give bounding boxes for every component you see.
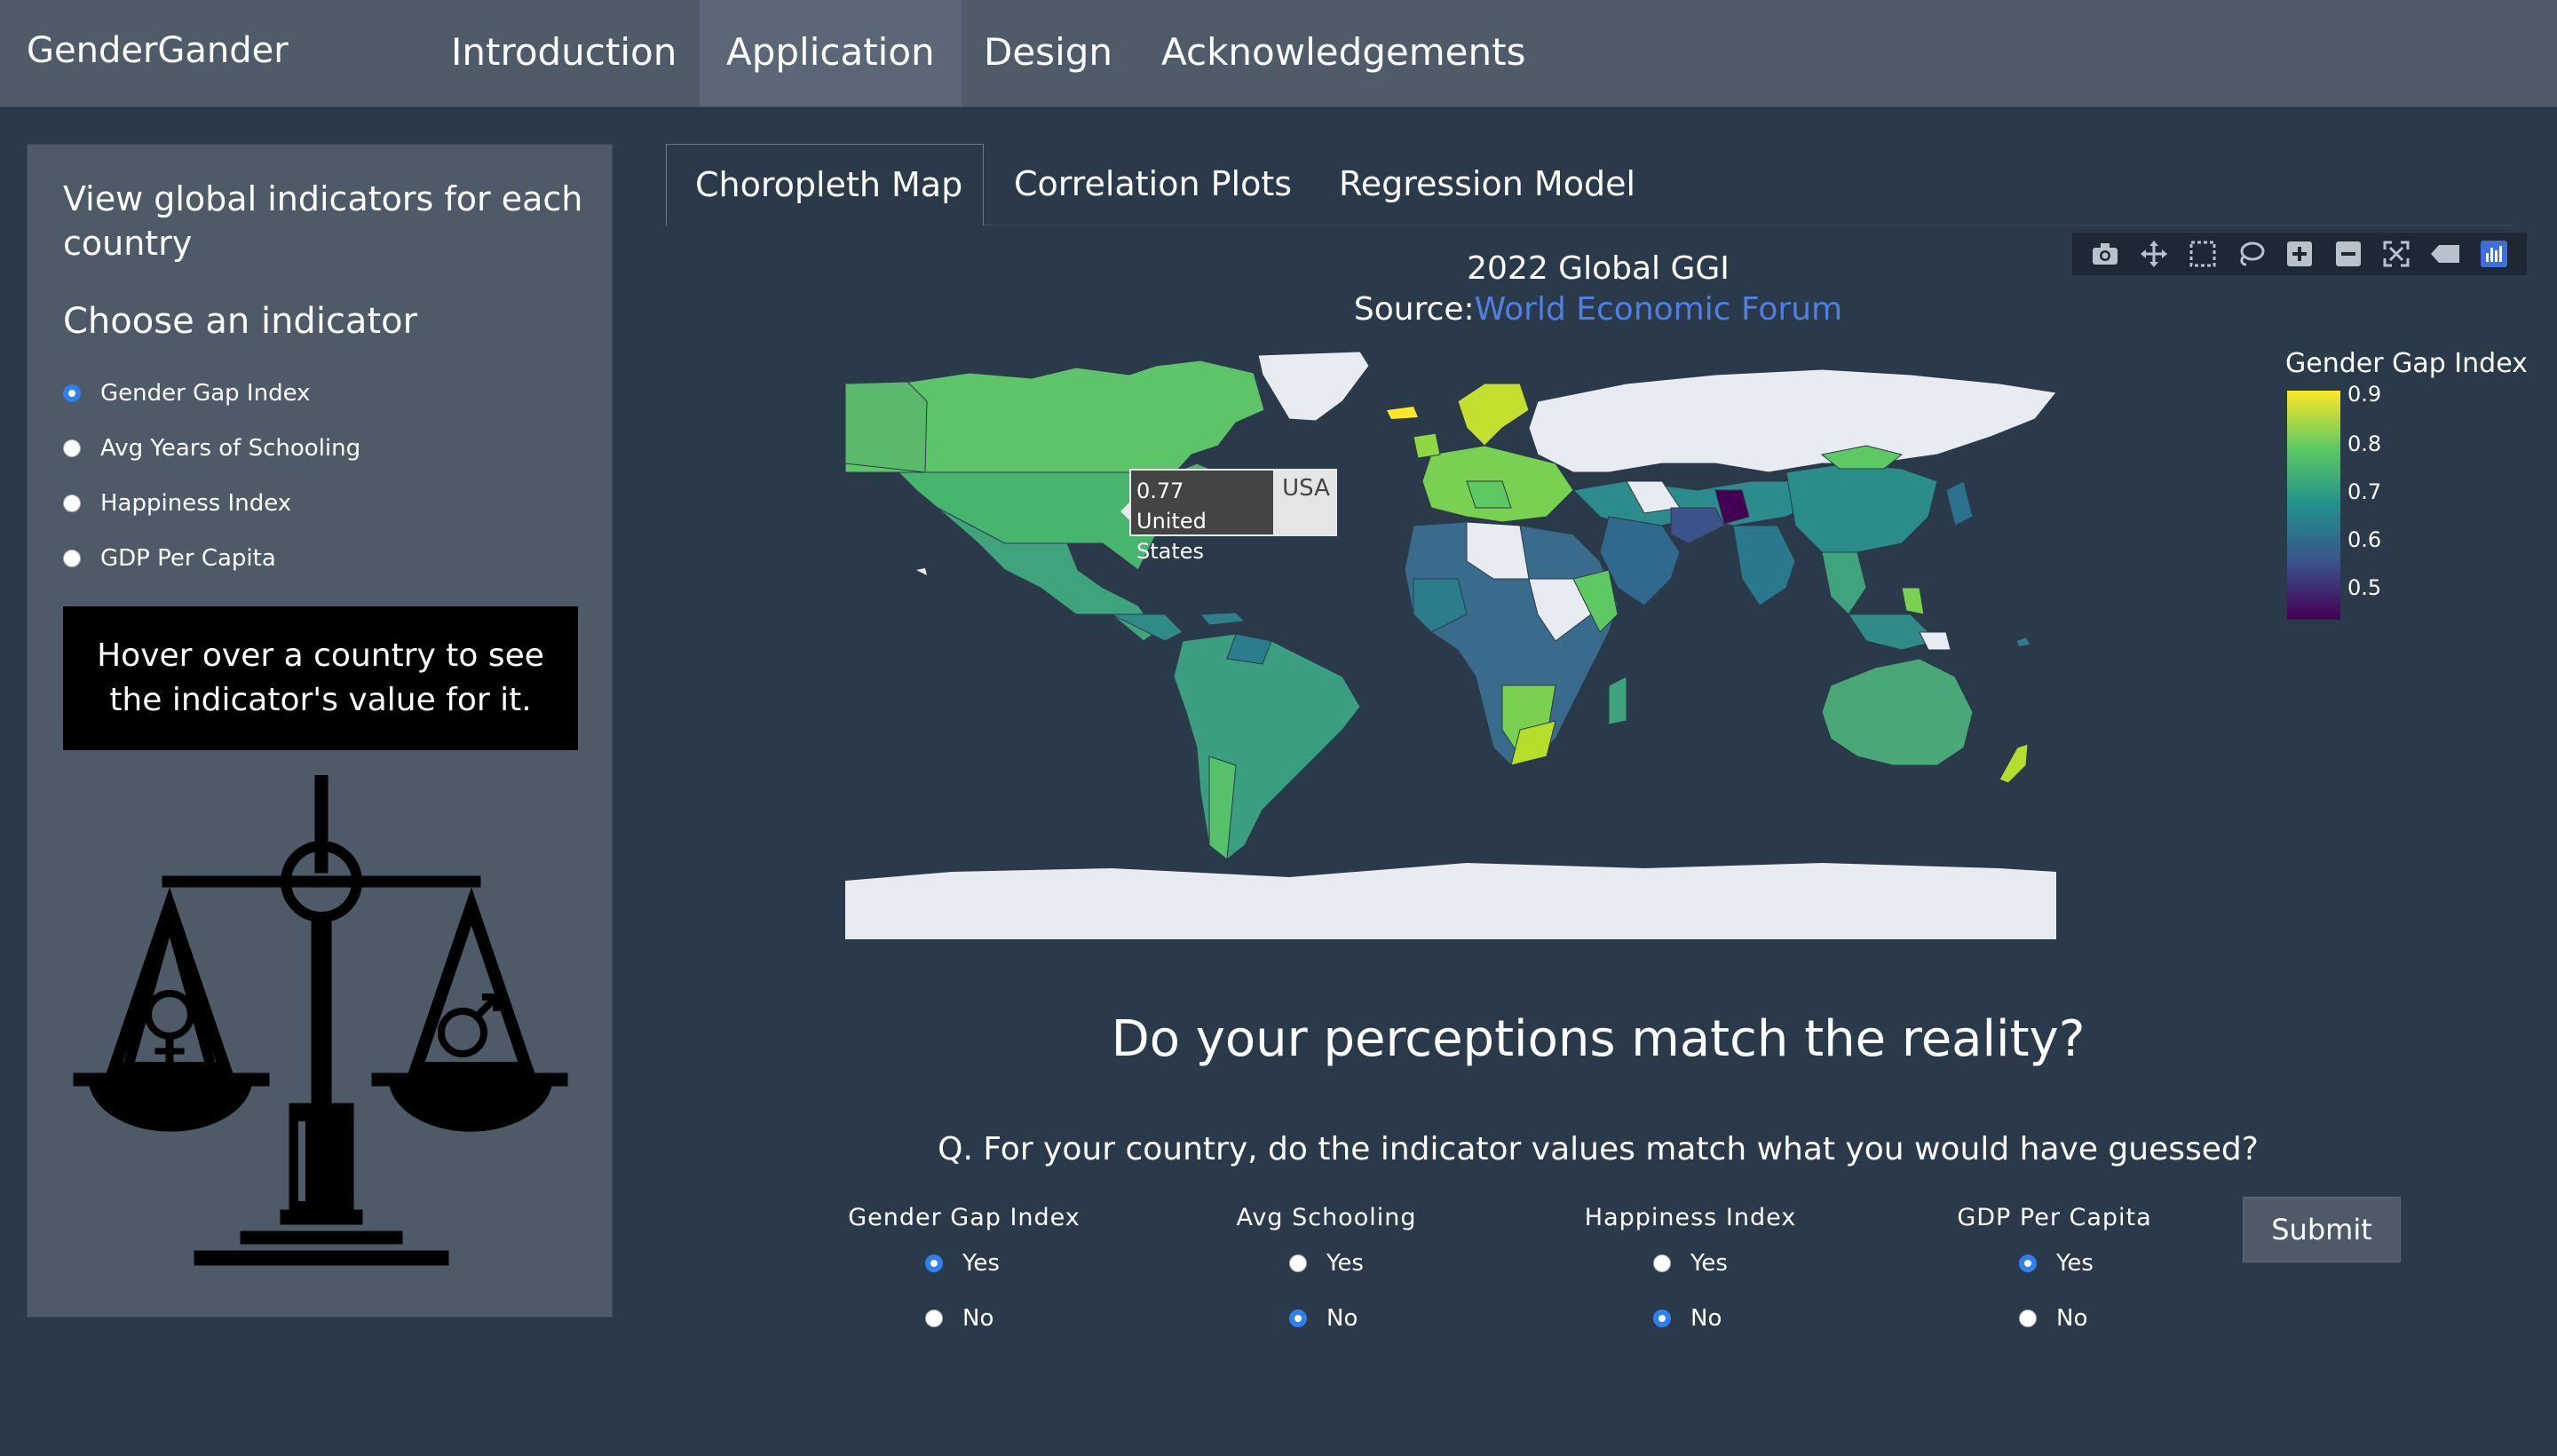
colorbar-tick: 0.9 — [2347, 382, 2382, 407]
answer-yes[interactable]: Yes — [2019, 1250, 2094, 1277]
answer-no[interactable]: No — [925, 1305, 994, 1332]
source-prefix: Source: — [1353, 291, 1475, 328]
hover-instruction-box: Hover over a country to see the indicato… — [63, 606, 578, 750]
answer-yes-label: Yes — [1690, 1250, 1728, 1277]
nav-link-introduction[interactable]: Introduction — [424, 0, 703, 107]
answer-no[interactable]: No — [1289, 1305, 1358, 1332]
tooltip-value: 0.77 — [1136, 479, 1184, 503]
tooltip-arrow — [1120, 502, 1129, 520]
indicator-option-gdp[interactable]: GDP Per Capita — [63, 541, 276, 576]
indicator-option-gender-gap[interactable]: Gender Gap Index — [63, 376, 311, 411]
radio-button[interactable] — [1653, 1310, 1671, 1327]
plotly-logo-icon[interactable] — [2479, 239, 2509, 269]
radio-button[interactable] — [63, 384, 81, 402]
colorbar-tick: 0.5 — [2347, 575, 2382, 600]
answer-no[interactable]: No — [1653, 1305, 1722, 1332]
navbar: GenderGander Introduction Application De… — [0, 0, 2557, 107]
radio-button[interactable] — [1289, 1254, 1307, 1272]
indicator-option-schooling[interactable]: Avg Years of Schooling — [63, 431, 360, 466]
answer-yes[interactable]: Yes — [925, 1250, 1000, 1277]
radio-button[interactable] — [63, 550, 81, 567]
zoom-in-icon[interactable] — [2284, 239, 2315, 269]
colorbar-tick: 0.6 — [2347, 527, 2382, 552]
indicator-option-label: Avg Years of Schooling — [100, 435, 361, 462]
radio-button[interactable] — [63, 439, 81, 457]
colorbar-tick: 0.8 — [2347, 431, 2382, 456]
radio-button[interactable] — [1289, 1310, 1307, 1327]
sidebar-panel: View global indicators for each country … — [27, 144, 613, 1318]
pan-icon[interactable] — [2139, 239, 2169, 269]
tooltip-country: United States — [1136, 509, 1207, 564]
answer-yes-label: Yes — [1326, 1250, 1364, 1277]
colorbar — [2287, 391, 2340, 620]
answer-yes[interactable]: Yes — [1653, 1250, 1728, 1277]
source-link[interactable]: World Economic Forum — [1475, 291, 1842, 328]
answer-group-label: GDP Per Capita — [1957, 1204, 2152, 1231]
tab-choropleth-map[interactable]: Choropleth Map — [666, 144, 984, 226]
answer-yes-label: Yes — [962, 1250, 1000, 1277]
tooltip-country-code: USA — [1275, 469, 1337, 536]
answer-group-gender-gap: Gender Gap Index Yes No — [804, 1204, 1124, 1332]
indicator-option-label: Happiness Index — [100, 490, 292, 517]
indicator-option-happiness[interactable]: Happiness Index — [63, 486, 291, 521]
radio-button[interactable] — [1653, 1254, 1671, 1272]
box-select-icon[interactable] — [2188, 239, 2218, 269]
plot-modebar — [2072, 233, 2527, 275]
answer-group-label: Avg Schooling — [1236, 1204, 1417, 1231]
tab-correlation-plots[interactable]: Correlation Plots — [986, 144, 1320, 226]
answer-no-label: No — [1326, 1305, 1358, 1332]
radio-button[interactable] — [925, 1310, 943, 1327]
perception-question: Q. For your country, do the indicator va… — [938, 1131, 2259, 1167]
autoscale-icon[interactable] — [2381, 239, 2411, 269]
map-source: Source:World Economic Forum — [1154, 289, 2042, 330]
radio-button[interactable] — [925, 1254, 943, 1272]
nav-link-application[interactable]: Application — [700, 0, 962, 107]
answer-no[interactable]: No — [2019, 1305, 2087, 1332]
answer-group-happiness: Happiness Index Yes No — [1531, 1204, 1850, 1332]
map-title: 2022 Global GGI — [1467, 250, 1730, 287]
camera-icon[interactable] — [2090, 239, 2120, 269]
nav-link-acknowledgements[interactable]: Acknowledgements — [1135, 0, 1552, 107]
radio-button[interactable] — [2019, 1310, 2037, 1327]
indicator-option-label: GDP Per Capita — [100, 545, 276, 572]
map-title-block: 2022 Global GGI Source:World Economic Fo… — [1154, 249, 2042, 330]
answer-group-gdp: GDP Per Capita Yes No — [1895, 1204, 2214, 1332]
sidebar-heading: View global indicators for each country — [63, 179, 583, 263]
zoom-out-icon[interactable] — [2333, 239, 2363, 269]
answer-group-label: Happiness Index — [1584, 1204, 1797, 1231]
answer-group-schooling: Avg Schooling Yes No — [1167, 1204, 1486, 1332]
nav-link-design[interactable]: Design — [957, 0, 1139, 107]
answer-yes-label: Yes — [2056, 1250, 2094, 1277]
answer-yes[interactable]: Yes — [1289, 1250, 1364, 1277]
hover-instruction-text: Hover over a country to see the indicato… — [97, 637, 544, 718]
submit-button[interactable]: Submit — [2243, 1197, 2401, 1262]
answer-group-label: Gender Gap Index — [848, 1204, 1081, 1231]
brand-title[interactable]: GenderGander — [27, 30, 289, 71]
lasso-icon[interactable] — [2236, 239, 2266, 269]
map-tooltip: 0.77 United States — [1129, 469, 1275, 564]
colorbar-tick: 0.7 — [2347, 479, 2382, 504]
answer-no-label: No — [1690, 1305, 1722, 1332]
radio-button[interactable] — [63, 495, 81, 512]
reset-icon[interactable] — [2430, 239, 2460, 269]
choropleth-map[interactable] — [845, 348, 2056, 939]
indicator-label: Choose an indicator — [63, 301, 418, 342]
answer-no-label: No — [962, 1305, 994, 1332]
colorbar-title: Gender Gap Index — [2285, 348, 2528, 379]
answer-no-label: No — [2056, 1305, 2088, 1332]
tab-regression-model[interactable]: Regression Model — [1310, 144, 1664, 226]
gender-scales-icon — [73, 775, 568, 1266]
indicator-option-label: Gender Gap Index — [100, 380, 311, 407]
perception-heading: Do your perceptions match the reality? — [1111, 1010, 2086, 1068]
radio-button[interactable] — [2019, 1254, 2037, 1272]
